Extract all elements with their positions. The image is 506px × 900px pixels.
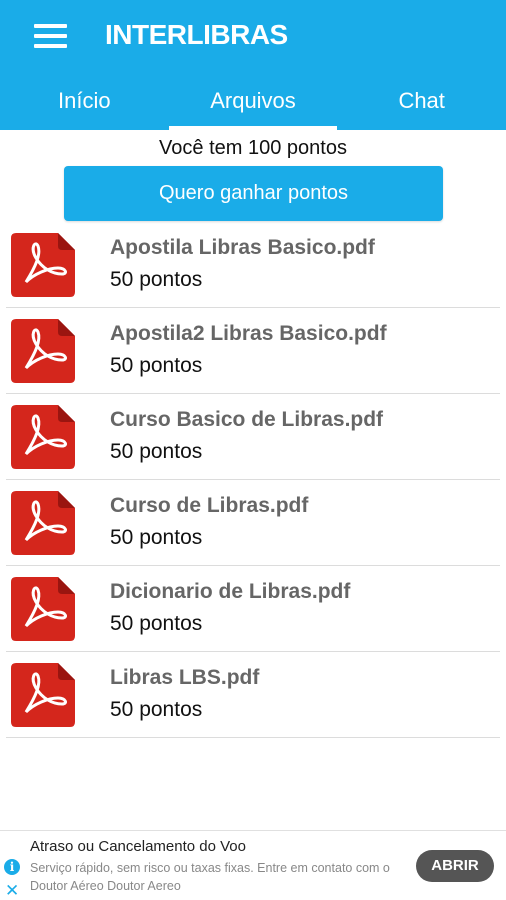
file-name: Curso Basico de Libras.pdf [110,408,384,431]
file-cost: 50 pontos [110,268,203,291]
list-item[interactable]: Apostila Libras Basico.pdf 50 pontos [6,222,500,308]
points-balance: Você tem 100 pontos [159,137,347,159]
earn-points-button[interactable]: Quero ganhar pontos [64,166,443,221]
ad-open-button[interactable]: ABRIR [416,850,494,882]
app-title: INTERLIBRAS [105,19,288,50]
file-name: Dicionario de Libras.pdf [110,580,351,603]
info-icon[interactable]: i [4,859,20,875]
list-item[interactable]: Dicionario de Libras.pdf 50 pontos [6,566,500,652]
list-item[interactable]: Libras LBS.pdf 50 pontos [6,652,500,738]
pdf-file-icon [11,405,75,469]
pdf-file-icon [11,577,75,641]
ad-title: Atraso ou Cancelamento do Voo [30,838,246,855]
list-item[interactable]: Curso de Libras.pdf 50 pontos [6,480,500,566]
ad-description: Serviço rápido, sem risco ou taxas fixas… [30,861,390,893]
file-cost: 50 pontos [110,526,203,549]
pdf-file-icon [11,663,75,727]
ad-banner[interactable]: i ✕ Atraso ou Cancelamento do Voo Serviç… [0,830,506,900]
file-cost: 50 pontos [110,354,203,377]
hamburger-menu-icon[interactable] [34,24,68,50]
list-item[interactable]: Apostila2 Libras Basico.pdf 50 pontos [6,308,500,394]
file-name: Apostila Libras Basico.pdf [110,236,375,259]
file-cost: 50 pontos [110,440,203,463]
pdf-file-icon [11,491,75,555]
file-list: Apostila Libras Basico.pdf 50 pontos Apo… [0,222,506,738]
file-name: Curso de Libras.pdf [110,494,309,517]
tab-bar: Início Arquivos Chat [0,72,506,130]
file-name: Apostila2 Libras Basico.pdf [110,322,387,345]
pdf-file-icon [11,319,75,383]
tab-arquivos[interactable]: Arquivos [168,72,338,130]
file-name: Libras LBS.pdf [110,666,260,689]
app-bar: INTERLIBRAS Início Arquivos Chat [0,0,506,130]
file-cost: 50 pontos [110,612,203,635]
tab-chat[interactable]: Chat [337,72,506,130]
list-item[interactable]: Curso Basico de Libras.pdf 50 pontos [6,394,500,480]
pdf-file-icon [11,233,75,297]
close-icon[interactable]: ✕ [5,881,19,900]
file-cost: 50 pontos [110,698,203,721]
tab-inicio[interactable]: Início [0,72,169,130]
